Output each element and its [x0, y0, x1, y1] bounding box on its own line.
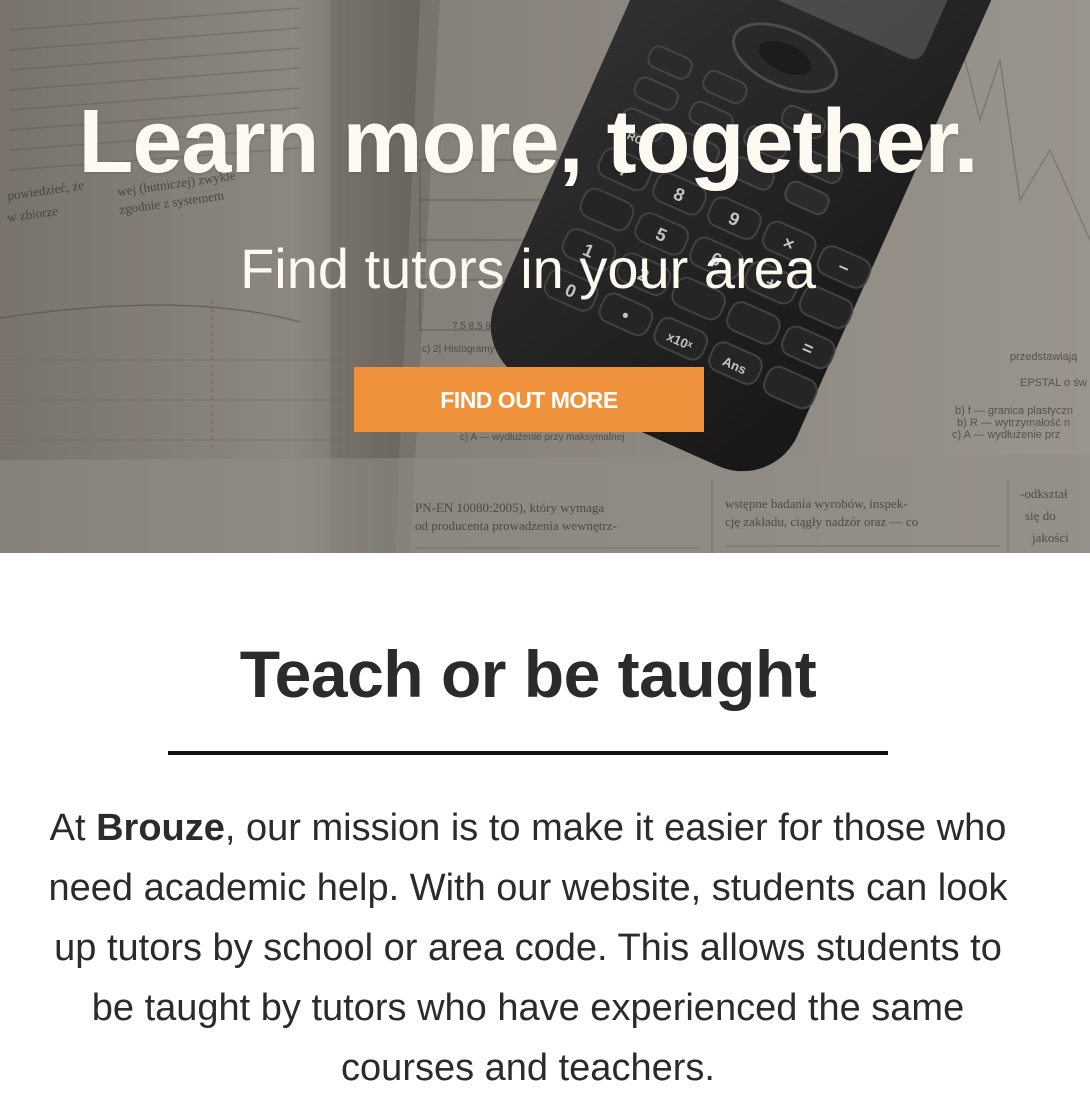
- hero-title: Learn more, together.: [78, 92, 978, 192]
- brand-name: Brouze: [96, 807, 225, 849]
- hero-subtitle: Find tutors in your area: [240, 237, 816, 300]
- mission-text-start: At: [49, 807, 97, 849]
- mission-paragraph: At Brouze, our mission is to make it eas…: [40, 798, 1016, 1098]
- section-divider: [168, 751, 888, 755]
- about-title: Teach or be taught: [239, 637, 817, 711]
- mission-text-body: , our mission is to make it easier for t…: [48, 807, 1008, 1089]
- find-out-more-button[interactable]: FIND OUT MORE: [354, 367, 704, 432]
- hero-section: wej (hutniczej) zwykle zgodnie z systeme…: [0, 0, 1090, 553]
